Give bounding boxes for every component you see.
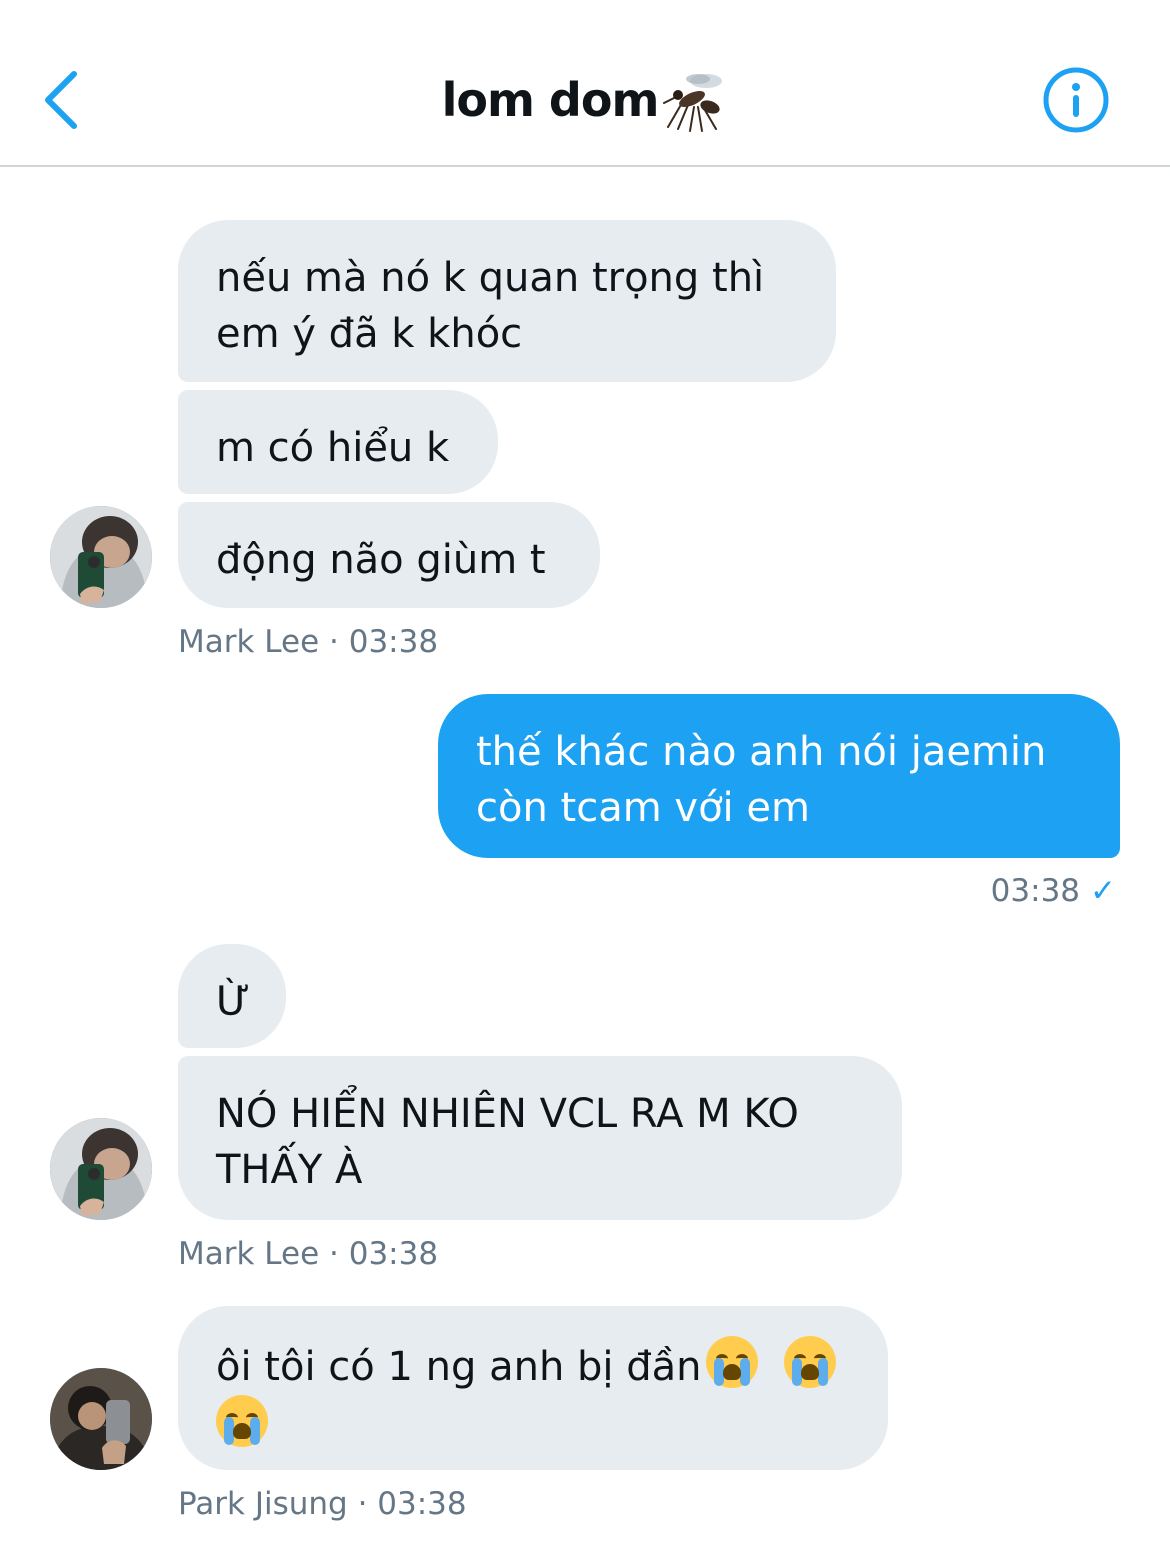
message-text: Ừ — [216, 979, 251, 1025]
message-text: động não giùm t — [216, 537, 546, 583]
conversation-header: lom dom — [0, 0, 1170, 167]
sent-message-meta: 03:38 ✓ — [991, 873, 1116, 909]
received-message[interactable]: NÓ HIỂN NHIÊN VCL RA M KO THẤY À — [178, 1056, 902, 1220]
message-text: nếu mà nó k quan trọng thì em ý đã k khó… — [216, 255, 765, 357]
check-icon: ✓ — [1090, 873, 1116, 909]
message-text: thế khác nào anh nói jaemin còn tcam với… — [476, 729, 1047, 831]
received-message[interactable]: Ừ — [178, 944, 286, 1048]
avatar-image — [50, 1368, 152, 1470]
received-message[interactable]: m có hiểu k — [178, 390, 498, 494]
conversation-title-area[interactable]: lom dom — [0, 62, 1170, 138]
conversation-title: lom dom — [441, 73, 660, 127]
avatar-image — [50, 1118, 152, 1220]
message-meta: Park Jisung · 03:38 — [178, 1486, 467, 1522]
avatar[interactable] — [50, 506, 152, 608]
avatar-image — [50, 506, 152, 608]
message-text: m có hiểu k — [216, 425, 450, 471]
crying-face-icon — [705, 1336, 758, 1388]
received-message[interactable]: ôi tôi có 1 ng anh bị đần — [178, 1306, 888, 1470]
message-text: ôi tôi có 1 ng anh bị đần — [216, 1344, 702, 1390]
crying-face-icon — [784, 1336, 837, 1388]
received-message[interactable]: nếu mà nó k quan trọng thì em ý đã k khó… — [178, 220, 836, 382]
info-button[interactable] — [1042, 66, 1110, 134]
message-time: 03:38 — [990, 873, 1081, 909]
message-meta: Mark Lee · 03:38 — [178, 1236, 439, 1272]
crying-face-icon — [216, 1395, 268, 1447]
avatar[interactable] — [50, 1118, 152, 1220]
received-message[interactable]: động não giùm t — [178, 502, 600, 608]
message-meta: Mark Lee · 03:38 — [178, 624, 439, 660]
message-text: NÓ HIỂN NHIÊN VCL RA M KO THẤY À — [216, 1091, 799, 1193]
avatar[interactable] — [50, 1368, 152, 1470]
sent-message[interactable]: thế khác nào anh nói jaemin còn tcam với… — [438, 694, 1120, 858]
info-icon — [1043, 67, 1109, 133]
mosquito-icon — [663, 74, 723, 132]
